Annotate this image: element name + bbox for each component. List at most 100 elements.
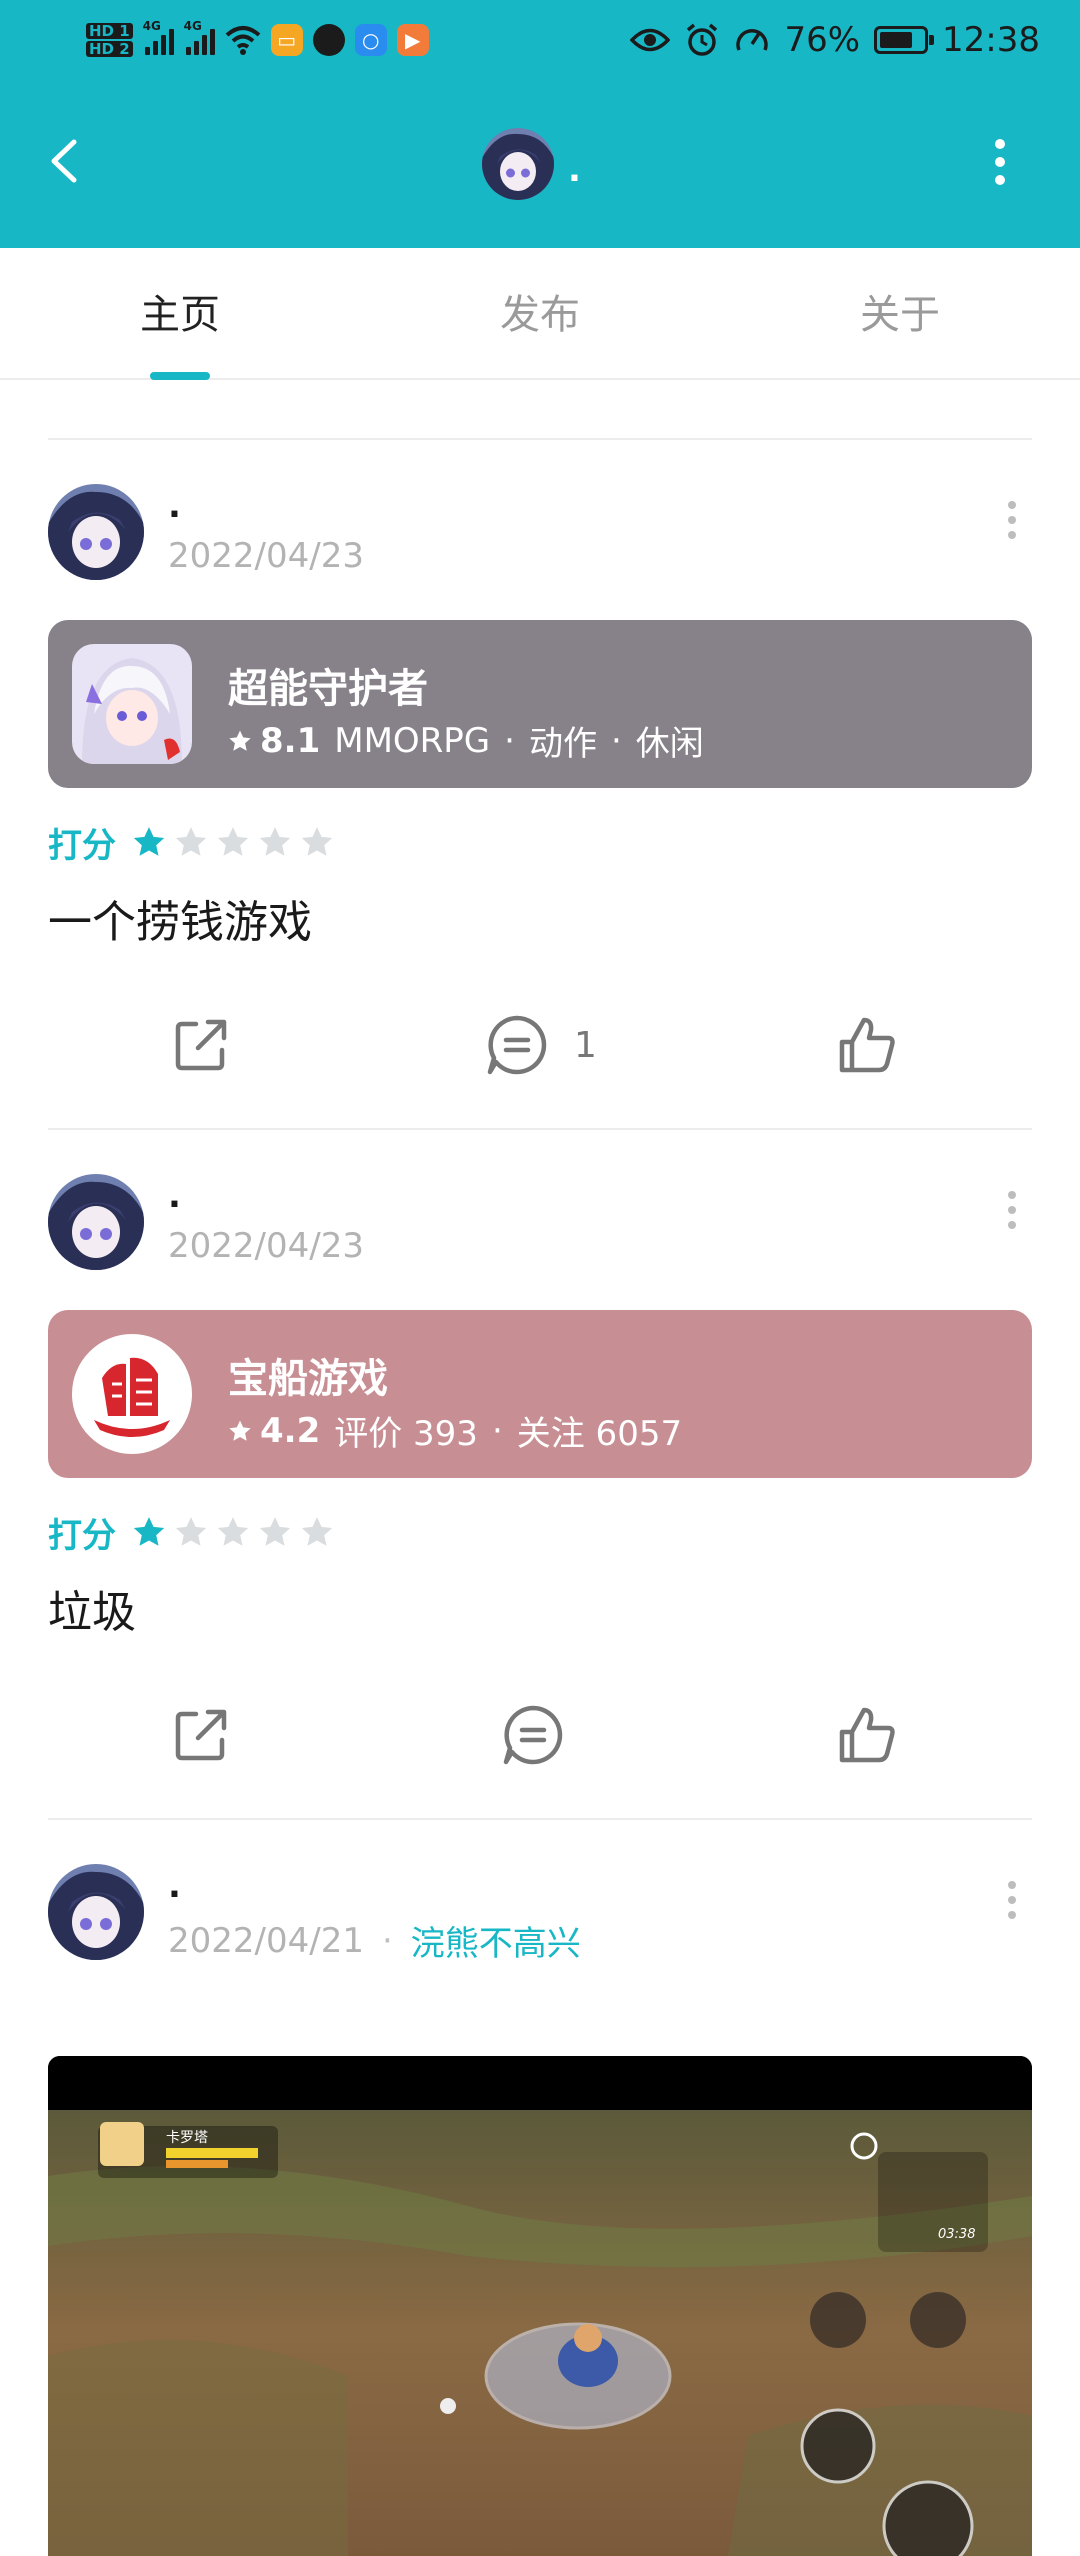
share-button[interactable] xyxy=(168,1010,234,1080)
thumbs-up-icon xyxy=(839,1017,895,1073)
tab-posts-label: 发布 xyxy=(500,292,580,338)
post-author[interactable]: . xyxy=(168,1176,181,1216)
profile-tabs: 主页 发布 关于 xyxy=(0,248,1080,380)
star-empty-icon xyxy=(217,827,249,856)
game-name: 超能守护者 xyxy=(228,666,428,712)
header-avatar[interactable] xyxy=(482,128,554,200)
post-source-link[interactable]: 浣熊不高兴 xyxy=(411,1916,581,1965)
post-text: 一个捞钱游戏 xyxy=(48,897,312,948)
game-card[interactable]: 超能守护者 8.1 MMORPG · 动作 · 休闲 xyxy=(48,620,1032,788)
wifi-icon xyxy=(225,26,260,55)
star-filled-icon xyxy=(133,1517,165,1546)
thumbs-up-icon xyxy=(839,1707,895,1763)
post-actions: 1 xyxy=(48,958,1032,1128)
battery-icon xyxy=(874,26,935,54)
post-header: . 2022/04/23 xyxy=(48,1130,1032,1310)
notification-app-icon: ▭ xyxy=(270,24,303,56)
alarm-icon xyxy=(687,23,718,56)
star-empty-icon xyxy=(259,1517,291,1546)
header-username: . xyxy=(568,150,581,190)
tab-home[interactable]: 主页 xyxy=(0,248,360,380)
like-button[interactable] xyxy=(834,1700,900,1770)
game-tag: 动作 xyxy=(528,724,597,764)
game-video-frame: 卡罗塔 03:38 xyxy=(48,2056,1032,2556)
star-icon xyxy=(229,1420,251,1441)
game-info: 4.2 评价 393 · 关注 6057 xyxy=(228,1406,682,1455)
game-name: 宝船游戏 xyxy=(228,1356,388,1402)
clock: 12:38 xyxy=(942,20,1040,60)
tab-about[interactable]: 关于 xyxy=(720,248,1080,378)
share-button[interactable] xyxy=(168,1700,234,1770)
game-card[interactable]: 宝船游戏 4.2 评价 393 · 关注 6057 xyxy=(48,1310,1032,1478)
hd-indicators: HD 1 HD 2 xyxy=(86,23,133,57)
feed-post: . 2022/04/23 宝船游戏 4.2 评价 393 · 关注 6057 打… xyxy=(48,1130,1032,1820)
post-header: . 2022/04/21 · 浣熊不高兴 xyxy=(48,1820,1032,2000)
post-author[interactable]: . xyxy=(168,486,181,526)
video-timer: 03:38 xyxy=(938,2227,975,2242)
eye-icon xyxy=(630,28,671,52)
post-meta: 2022/04/21 · 浣熊不高兴 xyxy=(168,1916,581,1965)
speed-icon xyxy=(736,29,769,51)
game-reviews: 评价 393 xyxy=(334,1414,478,1454)
post-more-icon[interactable] xyxy=(1004,1880,1020,1920)
browser-app-icon xyxy=(312,24,345,56)
tab-home-label: 主页 xyxy=(140,292,220,338)
share-icon xyxy=(175,1709,227,1761)
signal-2-icon: 4G xyxy=(184,19,215,55)
avatar[interactable] xyxy=(48,1864,144,1960)
star-empty-icon xyxy=(301,827,333,856)
tab-posts[interactable]: 发布 xyxy=(360,248,720,378)
star-empty-icon xyxy=(259,827,291,856)
status-bar: HD 1 HD 2 4G 4G ▭ ○ ▶ 76% 12:38 xyxy=(0,0,1080,80)
hd1-label: HD 1 xyxy=(86,23,133,39)
comment-button[interactable] xyxy=(500,1700,590,1770)
back-arrow-icon[interactable] xyxy=(40,136,90,186)
post-meta: 2022/04/23 xyxy=(168,1226,364,1266)
game-icon xyxy=(72,1334,192,1454)
more-vertical-icon[interactable] xyxy=(980,136,1020,188)
game-tag: 休闲 xyxy=(635,724,704,764)
post-more-icon[interactable] xyxy=(1004,500,1020,540)
comment-icon xyxy=(503,1705,563,1765)
post-more-icon[interactable] xyxy=(1004,1190,1020,1230)
game-tag: MMORPG xyxy=(334,720,491,761)
post-date: 2022/04/21 xyxy=(168,1920,364,1961)
feed-post: . 2022/04/23 超能守护者 8.1 MMORPG · 动作 · 休闲 … xyxy=(48,440,1032,1130)
rating-row: 打分 xyxy=(48,814,1032,870)
star-filled-icon xyxy=(133,827,165,856)
avatar[interactable] xyxy=(48,1174,144,1270)
comment-button[interactable]: 1 xyxy=(484,1010,597,1080)
battery-percent: 76% xyxy=(784,20,861,60)
rating-label: 打分 xyxy=(48,1515,116,1556)
post-author[interactable]: . xyxy=(168,1866,181,1906)
status-right: 76% 12:38 xyxy=(630,14,1040,66)
star-empty-icon xyxy=(175,827,207,856)
tab-about-label: 关于 xyxy=(860,292,940,338)
post-date: 2022/04/23 xyxy=(168,1226,364,1266)
video-player[interactable]: 卡罗塔 03:38 xyxy=(48,2056,1032,2556)
like-button[interactable] xyxy=(834,1010,900,1080)
avatar[interactable] xyxy=(48,484,144,580)
status-left: HD 1 HD 2 4G 4G ▭ ○ ▶ xyxy=(86,12,429,68)
tab-active-indicator xyxy=(150,372,210,380)
video-hero-name: 卡罗塔 xyxy=(166,2130,208,2146)
rating-row: 打分 xyxy=(48,1504,1032,1560)
hd2-label: HD 2 xyxy=(86,41,133,57)
signal-1-icon: 4G xyxy=(143,19,174,55)
star-empty-icon xyxy=(175,1517,207,1546)
app-header: . xyxy=(0,80,1080,248)
previous-post-actions-stub xyxy=(48,380,1032,440)
post-actions xyxy=(48,1648,1032,1818)
comment-count: 1 xyxy=(574,1024,597,1066)
game-icon xyxy=(72,644,192,764)
video-app-icon: ▶ xyxy=(396,24,429,56)
game-info: 8.1 MMORPG · 动作 · 休闲 xyxy=(228,716,704,765)
post-header: . 2022/04/23 xyxy=(48,440,1032,620)
star-empty-icon xyxy=(301,1517,333,1546)
post-meta: 2022/04/23 xyxy=(168,536,364,576)
rating-label: 打分 xyxy=(48,825,116,866)
comment-icon xyxy=(487,1015,547,1075)
search-app-icon: ○ xyxy=(354,24,387,56)
game-score: 8.1 xyxy=(228,721,320,761)
feed-list: . 2022/04/23 超能守护者 8.1 MMORPG · 动作 · 休闲 … xyxy=(0,380,1080,2556)
